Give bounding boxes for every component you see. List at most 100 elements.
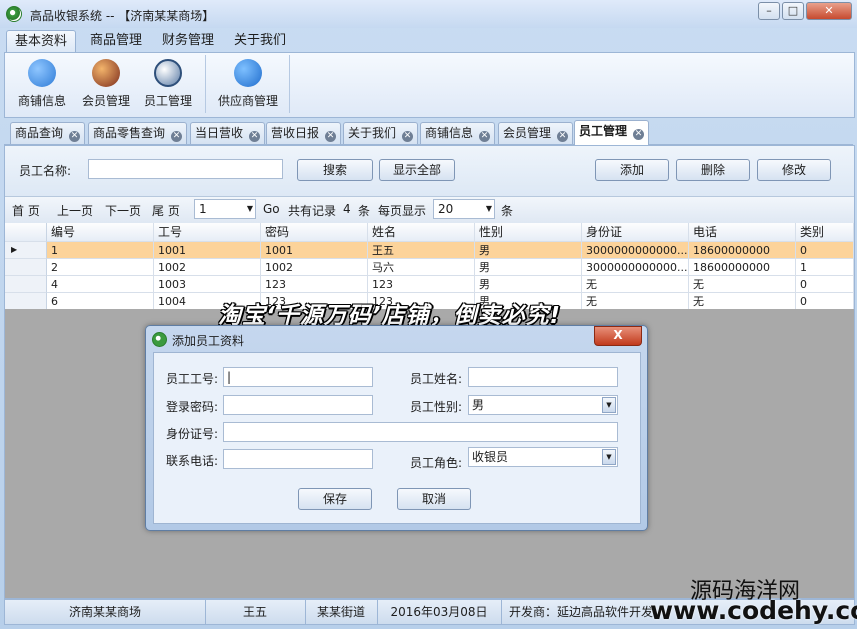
table-cell[interactable]: 马六 xyxy=(368,259,475,276)
table-cell[interactable]: 1002 xyxy=(261,259,368,276)
table-cell[interactable]: 123 xyxy=(368,276,475,293)
column-header[interactable]: 类别 xyxy=(796,223,854,242)
supplier-management-button[interactable]: 供应商管理 xyxy=(213,59,283,113)
column-header[interactable]: 姓名 xyxy=(368,223,475,242)
close-icon[interactable]: ✕ xyxy=(171,131,183,142)
table-cell[interactable]: 4 xyxy=(47,276,154,293)
tab-revenue-report[interactable]: 营收日报 ✕ xyxy=(266,122,342,144)
tab-staff-management[interactable]: 员工管理 ✕ xyxy=(574,120,650,145)
table-cell[interactable]: 男 xyxy=(475,242,582,259)
search-button[interactable]: 搜索 xyxy=(297,159,373,181)
shop-info-button[interactable]: 商铺信息 xyxy=(11,59,73,113)
table-cell[interactable]: 0 xyxy=(796,276,854,293)
total-records-label: 共有记录 xyxy=(288,204,337,218)
table-cell[interactable]: 18600000000 xyxy=(689,259,796,276)
table-row[interactable]: 2 1002 1002 马六 男 3000000000000... 186000… xyxy=(5,259,854,276)
column-header[interactable]: 性别 xyxy=(475,223,582,242)
last-page-link[interactable]: 尾 页 xyxy=(152,202,180,219)
table-row[interactable]: ▶ 1 1001 1001 王五 男 3000000000000... 1860… xyxy=(5,242,854,259)
id-number-input[interactable] xyxy=(223,422,618,442)
next-page-link[interactable]: 下一页 xyxy=(105,202,141,219)
employee-name-input[interactable] xyxy=(88,159,283,179)
menu-finance[interactable]: 财务管理 xyxy=(154,30,222,52)
row-indicator[interactable] xyxy=(5,276,47,293)
table-cell[interactable]: 王五 xyxy=(368,242,475,259)
column-header[interactable]: 编号 xyxy=(47,223,154,242)
table-cell[interactable]: 0 xyxy=(796,293,854,310)
close-icon[interactable]: ✕ xyxy=(325,131,337,142)
dialog-close-button[interactable]: X xyxy=(594,326,642,346)
per-page-select[interactable]: 20 ▼ xyxy=(433,199,495,219)
close-icon[interactable]: ✕ xyxy=(633,129,645,140)
maximize-button[interactable]: □ xyxy=(782,2,804,20)
save-button[interactable]: 保存 xyxy=(298,488,372,510)
table-cell[interactable]: 1 xyxy=(47,242,154,259)
table-cell[interactable]: 无 xyxy=(689,293,796,310)
column-header[interactable]: 电话 xyxy=(689,223,796,242)
table-cell[interactable]: 0 xyxy=(796,242,854,259)
tab-about[interactable]: 关于我们 ✕ xyxy=(343,122,419,144)
close-icon[interactable]: ✕ xyxy=(402,131,414,142)
row-indicator[interactable]: ▶ xyxy=(5,242,47,259)
table-cell[interactable]: 无 xyxy=(582,293,689,310)
table-cell[interactable]: 1001 xyxy=(261,242,368,259)
member-management-button[interactable]: 会员管理 xyxy=(75,59,137,113)
table-cell[interactable]: 1003 xyxy=(154,276,261,293)
column-header[interactable]: 密码 xyxy=(261,223,368,242)
table-cell[interactable]: 3000000000000... xyxy=(582,259,689,276)
first-page-link[interactable]: 首 页 xyxy=(12,202,40,219)
prev-page-link[interactable]: 上一页 xyxy=(57,202,93,219)
delete-button[interactable]: 删除 xyxy=(676,159,750,181)
tab-daily-revenue[interactable]: 当日营收 ✕ xyxy=(190,122,266,144)
menu-goods[interactable]: 商品管理 xyxy=(82,30,150,52)
cancel-button[interactable]: 取消 xyxy=(397,488,471,510)
page-select[interactable]: 1 ▼ xyxy=(194,199,256,219)
emp-no-input[interactable]: | xyxy=(223,367,373,387)
go-button[interactable]: Go xyxy=(263,202,280,216)
ribbon-group-supplier: 供应商管理 xyxy=(207,55,290,113)
phone-input[interactable] xyxy=(223,449,373,469)
member-card-icon xyxy=(92,59,120,87)
close-icon[interactable]: ✕ xyxy=(69,131,81,142)
row-indicator[interactable] xyxy=(5,293,47,310)
table-cell[interactable]: 男 xyxy=(475,259,582,276)
id-number-label: 身份证号: xyxy=(166,427,219,441)
menu-about[interactable]: 关于我们 xyxy=(226,30,294,52)
password-input[interactable] xyxy=(223,395,373,415)
table-cell[interactable]: 18600000000 xyxy=(689,242,796,259)
close-icon[interactable]: ✕ xyxy=(249,131,261,142)
emp-name-input[interactable] xyxy=(468,367,618,387)
column-header[interactable]: 工号 xyxy=(154,223,261,242)
table-cell[interactable]: 1 xyxy=(796,259,854,276)
table-row[interactable]: 4 1003 123 123 男 无 无 0 xyxy=(5,276,854,293)
tab-goods-query[interactable]: 商品查询 ✕ xyxy=(10,122,86,144)
table-cell[interactable]: 无 xyxy=(582,276,689,293)
table-cell[interactable]: 6 xyxy=(47,293,154,310)
edit-button[interactable]: 修改 xyxy=(757,159,831,181)
search-toolbar: 员工名称: 搜索 显示全部 添加 删除 修改 xyxy=(5,146,854,196)
show-all-button[interactable]: 显示全部 xyxy=(379,159,455,181)
staff-management-button[interactable]: 员工管理 xyxy=(137,59,199,113)
tab-shop-info[interactable]: 商铺信息 ✕ xyxy=(420,122,496,144)
table-cell[interactable]: 1002 xyxy=(154,259,261,276)
minimize-button[interactable]: – xyxy=(758,2,780,20)
column-header[interactable]: 身份证 xyxy=(582,223,689,242)
role-select[interactable]: 收银员 ▼ xyxy=(468,447,618,467)
close-icon[interactable]: ✕ xyxy=(479,131,491,142)
tab-retail-query[interactable]: 商品零售查询 ✕ xyxy=(88,122,188,144)
table-cell[interactable]: 3000000000000... xyxy=(582,242,689,259)
close-button[interactable]: ✕ xyxy=(806,2,852,20)
table-cell[interactable]: 123 xyxy=(261,276,368,293)
add-button[interactable]: 添加 xyxy=(595,159,669,181)
table-cell[interactable]: 男 xyxy=(475,276,582,293)
close-icon[interactable]: ✕ xyxy=(557,131,569,142)
chevron-down-icon[interactable]: ▼ xyxy=(602,449,616,465)
gender-select[interactable]: 男 ▼ xyxy=(468,395,618,415)
table-cell[interactable]: 1001 xyxy=(154,242,261,259)
table-cell[interactable]: 无 xyxy=(689,276,796,293)
menu-basic-data[interactable]: 基本资料 xyxy=(6,30,77,53)
row-indicator[interactable] xyxy=(5,259,47,276)
table-cell[interactable]: 2 xyxy=(47,259,154,276)
tab-member-management[interactable]: 会员管理 ✕ xyxy=(498,122,574,144)
chevron-down-icon[interactable]: ▼ xyxy=(602,397,616,413)
